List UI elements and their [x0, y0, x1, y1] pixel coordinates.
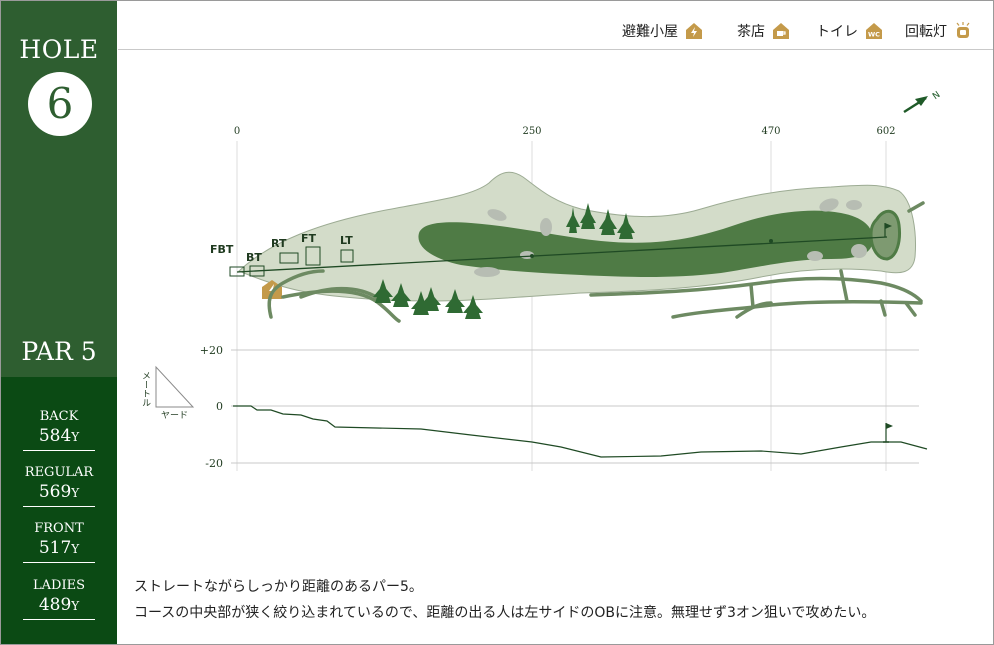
elevation-label: 0	[216, 400, 223, 413]
tea-house-icon	[773, 23, 789, 39]
tee-label: FT	[301, 232, 317, 245]
svg-text:WC: WC	[868, 31, 880, 39]
legend-beacon: 回転灯	[905, 21, 972, 41]
tee-name: BACK	[39, 409, 79, 424]
tee-label: RT	[271, 237, 287, 250]
tee-name: FRONT	[34, 521, 84, 536]
tee-label: FBT	[210, 243, 234, 256]
elevation-label: +20	[200, 344, 223, 357]
lightning-shelter-icon	[686, 23, 702, 39]
tee-front: FRONT 517Y	[23, 521, 95, 563]
tee-back: BACK 584Y	[23, 409, 95, 451]
legend-tea-house: 茶店	[737, 21, 790, 41]
hole-number: 6	[28, 72, 92, 136]
distance-marker: 602	[876, 126, 895, 137]
tee-regular: REGULAR 569Y	[23, 465, 95, 507]
target-point	[530, 254, 534, 258]
distance-marker: 250	[522, 126, 541, 137]
beacon-light-icon	[956, 22, 970, 38]
hole-description: ストレートながらしっかり距離のあるパー5。 コースの中央部が狭く絞り込まれている…	[134, 574, 875, 626]
tee-name: LADIES	[33, 578, 85, 593]
facility-legend: 避難小屋 茶店 トイレ WC 回転灯	[118, 1, 993, 50]
elevation-profile	[233, 405, 928, 458]
distance-marker: 470	[761, 126, 780, 137]
tee-label: BT	[246, 251, 262, 264]
elevation-pin-flag-icon	[883, 423, 893, 443]
target-point	[769, 239, 773, 243]
par-label: PAR 5	[21, 337, 97, 366]
description-line: ストレートながらしっかり距離のあるパー5。	[134, 579, 423, 595]
hole-label: HOLE	[19, 35, 99, 64]
scale-legend: メートル ヤード	[140, 365, 195, 421]
hole-info-panel: HOLE 6 PAR 5 BACK 584Y REGULAR 569Y FRON…	[0, 0, 994, 645]
tee-yards: 584Y	[38, 426, 80, 446]
compass-north-icon: N	[903, 90, 942, 114]
tee-yards: 569Y	[38, 482, 80, 502]
course-map: N 0 250 470 602 FBT BT RT FT LT +20 0 -2…	[140, 90, 942, 471]
unit-vertical-label: メートル	[140, 371, 151, 407]
tee-name: REGULAR	[24, 465, 94, 480]
toilet-icon: WC	[866, 23, 882, 39]
elevation-label: -20	[205, 457, 223, 470]
tee-ladies: LADIES 489Y	[23, 578, 95, 620]
svg-text:N: N	[931, 90, 942, 102]
description-line: コースの中央部が狭く絞り込まれているので、距離の出る人は左サイドのOBに注意。無…	[134, 605, 876, 621]
tee-yards: 489Y	[38, 595, 80, 615]
legend-shelter: 避難小屋	[622, 21, 703, 41]
tee-label: LT	[340, 234, 353, 247]
tee-yards: 517Y	[38, 538, 80, 558]
distance-marker: 0	[234, 126, 240, 137]
legend-toilet: トイレ WC	[816, 21, 883, 41]
unit-horizontal-label: ヤード	[161, 411, 188, 421]
